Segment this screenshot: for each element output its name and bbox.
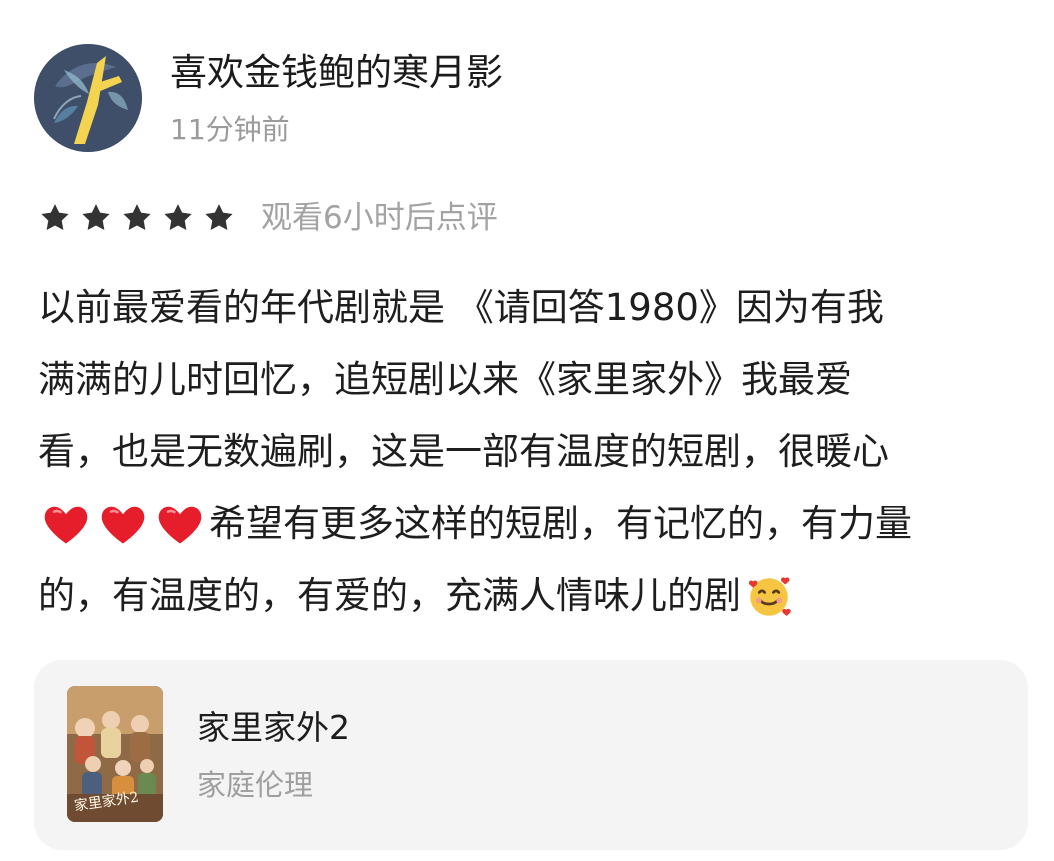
review-line: 以前最爱看的年代剧就是 《请回答1980》因为有我 <box>38 272 1028 344</box>
star-icon <box>202 201 236 235</box>
review-line: 的，有温度的，有爱的，充满人情味儿的剧 <box>38 560 1028 632</box>
smiling-face-with-hearts-emoji-icon <box>743 570 795 622</box>
review-line-text: 的，有温度的，有爱的，充满人情味儿的剧 <box>38 574 741 617</box>
review-text: 以前最爱看的年代剧就是 《请回答1980》因为有我 满满的儿时回忆，追短剧以来《… <box>38 272 1028 632</box>
drama-title[interactable]: 家里家外2 <box>197 708 350 748</box>
star-icon <box>79 201 113 235</box>
star-icon <box>120 201 154 235</box>
avatar-icon <box>34 44 142 152</box>
rating-note: 观看6小时后点评 <box>261 200 498 236</box>
review-line: 希望有更多这样的短剧，有记忆的，有力量 <box>38 488 1028 560</box>
review-line-text: 希望有更多这样的短剧，有记忆的，有力量 <box>209 502 912 545</box>
drama-genre: 家庭伦理 <box>197 768 314 802</box>
star-icon <box>161 201 195 235</box>
drama-card[interactable]: 家里家外2 家里家外2 家庭伦理 <box>34 660 1028 850</box>
review-line-text: 看，也是无数遍刷，这是一部有温度的短剧，很暖心 <box>38 430 889 473</box>
avatar[interactable] <box>34 44 142 152</box>
star-icon <box>38 201 72 235</box>
username[interactable]: 喜欢金钱鲍的寒月影 <box>170 50 503 96</box>
review-line-text: 满满的儿时回忆，追短剧以来《家里家外》我最爱 <box>38 358 852 401</box>
review-line: 满满的儿时回忆，追短剧以来《家里家外》我最爱 <box>38 344 1028 416</box>
star-rating <box>38 201 243 235</box>
rating-row: 观看6小时后点评 <box>38 196 498 240</box>
review-timestamp: 11分钟前 <box>170 113 290 146</box>
heart-emoji-icon <box>95 496 151 552</box>
heart-emoji-icon <box>152 496 208 552</box>
review-line: 看，也是无数遍刷，这是一部有温度的短剧，很暖心 <box>38 416 1028 488</box>
review-line-text: 以前最爱看的年代剧就是 《请回答1980》因为有我 <box>38 286 884 329</box>
heart-emoji-icon <box>38 496 94 552</box>
drama-poster[interactable]: 家里家外2 <box>67 686 163 822</box>
